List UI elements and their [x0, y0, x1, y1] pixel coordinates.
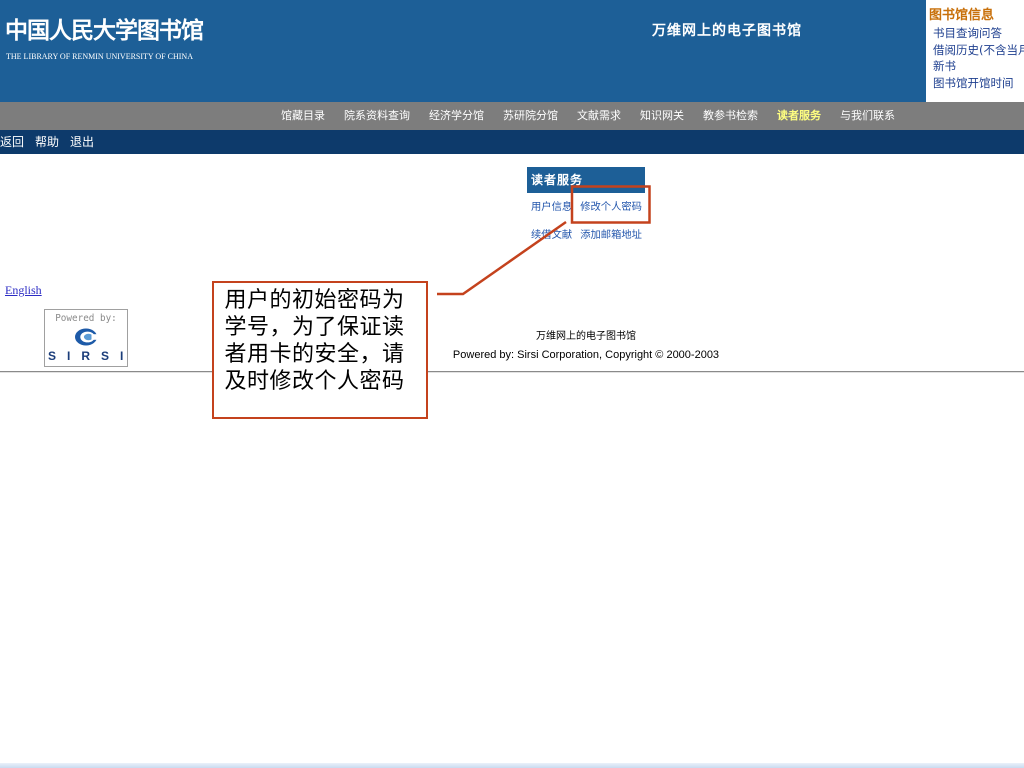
add-email-link[interactable]: 添加邮箱地址: [580, 229, 642, 241]
nav-item-department-search[interactable]: 院系资料查询: [344, 109, 410, 123]
logo-english-name: THE LIBRARY OF RENMIN UNIVERSITY OF CHIN…: [6, 52, 193, 61]
english-language-link[interactable]: English: [5, 283, 42, 298]
nav-item-knowledge-gateway[interactable]: 知识网关: [640, 109, 684, 123]
user-info-link[interactable]: 用户信息: [531, 201, 572, 213]
change-password-link[interactable]: 修改个人密码: [580, 201, 642, 213]
nav-item-catalog[interactable]: 馆藏目录: [281, 109, 325, 123]
page-footer: 万维网上的电子图书馆 Powered by: Sirsi Corporation…: [386, 330, 786, 362]
sirsi-logo[interactable]: Powered by: SIRSI: [44, 309, 128, 367]
logo-chinese-name: 中国人民大学图书馆: [5, 17, 204, 44]
library-info-panel: 图书馆信息 书目查询问答 借阅历史(不含当月) 新书 图书馆开馆时间: [926, 0, 1024, 102]
info-link-new-books[interactable]: 新书: [933, 58, 1024, 75]
footer-copyright: Powered by: Sirsi Corporation, Copyright…: [452, 349, 720, 361]
callout-text-line: 学号，为了保证读: [224, 315, 405, 340]
info-link-opening-hours[interactable]: 图书馆开馆时间: [933, 75, 1024, 92]
nav-item-contact-us[interactable]: 与我们联系: [840, 109, 895, 123]
footer-site-name: 万维网上的电子图书馆: [536, 331, 636, 342]
action-toolbar: 返回 帮助 退出: [0, 130, 1024, 154]
nav-item-soviet-studies-branch[interactable]: 苏研院分馆: [503, 109, 558, 123]
main-nav-bar: 馆藏目录 院系资料查询 经济学分馆 苏研院分馆 文献需求 知识网关 教参书检索 …: [0, 102, 1024, 130]
info-link-catalog-faq[interactable]: 书目查询问答: [933, 25, 1024, 42]
nav-item-document-request[interactable]: 文献需求: [577, 109, 621, 123]
sirsi-brand-wordmark: SIRSI: [48, 349, 128, 363]
callout-text-line: 用户的初始密码为: [224, 288, 405, 313]
nav-item-economics-branch[interactable]: 经济学分馆: [429, 109, 484, 123]
site-tagline: 万维网上的电子图书馆: [652, 23, 802, 39]
sirsi-swirl-icon: [75, 328, 98, 346]
main-nav-items: 馆藏目录 院系资料查询 经济学分馆 苏研院分馆 文献需求 知识网关 教参书检索 …: [281, 102, 895, 130]
nav-item-reader-service[interactable]: 读者服务: [777, 109, 821, 123]
callout-text-line: 及时修改个人密码: [224, 369, 405, 394]
logout-button[interactable]: 退出: [70, 135, 94, 149]
sirsi-swirl-opening: [91, 334, 98, 340]
info-panel-links: 书目查询问答 借阅历史(不含当月) 新书 图书馆开馆时间: [933, 25, 1024, 92]
library-logo: 中国人民大学图书馆 THE LIBRARY OF RENMIN UNIVERSI…: [0, 0, 230, 80]
help-button[interactable]: 帮助: [35, 135, 59, 149]
renew-items-link[interactable]: 续借文献: [531, 229, 572, 241]
reader-service-title: 读者服务: [527, 167, 645, 193]
callout-note-box: 用户的初始密码为 学号，为了保证读 者用卡的安全，请 及时修改个人密码: [212, 281, 428, 419]
reader-service-row: 用户信息 修改个人密码: [527, 193, 645, 221]
footer-divider: [0, 371, 1024, 373]
nav-item-reserve-books[interactable]: 教参书检索: [703, 109, 758, 123]
callout-text-line: 者用卡的安全，请: [224, 342, 405, 367]
reader-service-panel: 读者服务 用户信息 修改个人密码 续借文献 添加邮箱地址: [527, 167, 645, 249]
window-bottom-edge: [0, 763, 1024, 768]
reader-service-row: 续借文献 添加邮箱地址: [527, 221, 645, 249]
info-panel-title: 图书馆信息: [929, 8, 995, 23]
sirsi-powered-by-label: Powered by:: [55, 313, 117, 324]
info-link-borrow-history[interactable]: 借阅历史(不含当月): [933, 42, 1024, 59]
back-button[interactable]: 返回: [0, 135, 24, 149]
header-banner: 中国人民大学图书馆 THE LIBRARY OF RENMIN UNIVERSI…: [0, 0, 1024, 102]
